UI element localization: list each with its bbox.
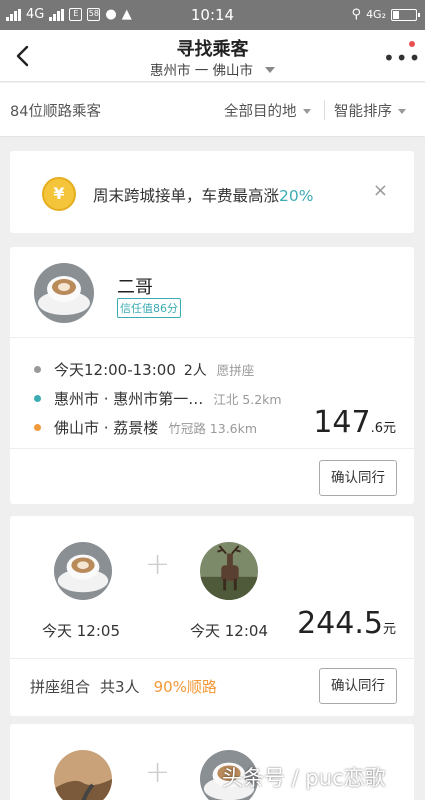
sort-filter-label: 智能排序	[334, 104, 392, 120]
avatar	[54, 750, 112, 800]
close-icon[interactable]: ×	[373, 180, 388, 201]
time-row: 今天12:00-13:00 2人 愿拼座	[34, 359, 254, 380]
origin-dot-icon	[34, 395, 41, 402]
divider	[10, 448, 414, 449]
price-unit: 元	[382, 622, 396, 637]
page-title: 寻找乘客	[176, 39, 249, 60]
destination-row: 佛山市 · 荔景楼 竹冠路 13.6km	[34, 417, 257, 438]
promo-text-prefix: 周末跨城接单，车费最高涨	[93, 187, 280, 205]
status-right: ⚲ 4G₂	[351, 7, 420, 22]
divider	[324, 100, 325, 120]
destination-filter-label: 全部目的地	[224, 104, 297, 120]
price-amount: 244.5	[297, 606, 383, 641]
trust-badge: 信任值86分	[117, 298, 181, 318]
combo-label: 拼座组合	[30, 678, 91, 696]
origin-distance: 江北 5.2km	[213, 392, 282, 407]
route-match-percent: 90%顺路	[153, 678, 217, 696]
more-icon: •••	[383, 46, 422, 70]
promo-text: 周末跨城接单，车费最高涨20%	[93, 184, 313, 206]
more-button[interactable]: •••	[383, 41, 420, 68]
confirm-ride-button[interactable]: 确认同行	[319, 668, 397, 704]
combo-total: 共3人	[100, 678, 140, 696]
avatar	[200, 542, 258, 600]
caret-down-icon	[302, 109, 311, 114]
avatar	[54, 542, 112, 600]
coin-icon: ¥	[42, 177, 76, 211]
destination-text: 佛山市 · 荔景楼	[54, 419, 159, 437]
location-icon: ⚲	[351, 7, 362, 22]
avatar	[34, 263, 94, 323]
price-amount: 147	[313, 405, 371, 440]
price: 147.6元	[313, 405, 396, 440]
passenger-count: 84位顺路乘客	[10, 104, 101, 120]
network-label-right: 4G₂	[366, 8, 386, 21]
caret-down-icon	[398, 109, 406, 114]
origin-text: 惠州市 · 惠州市第一…	[54, 390, 204, 408]
confirm-ride-button[interactable]: 确认同行	[319, 460, 397, 496]
price: 244.5元	[297, 606, 396, 641]
route-label: 惠州市 一 佛山市	[149, 63, 254, 79]
watermark: 头条号 / puc恋歌	[222, 766, 386, 790]
filter-bar: 84位顺路乘客 全部目的地 智能排序	[0, 83, 425, 137]
caret-down-icon	[265, 67, 276, 73]
passenger-card[interactable]: 二哥 信任值86分 今天12:00-13:00 2人 愿拼座 惠州市 · 惠州市第一…	[10, 247, 414, 504]
plus-icon: +	[145, 755, 171, 790]
battery-icon	[391, 8, 420, 21]
destination-dot-icon	[34, 424, 41, 431]
status-bar: 4G E 58 ● ▲ 10:14 ⚲ 4G₂	[0, 0, 425, 30]
departure-time-1: 今天 12:05	[42, 622, 120, 640]
combo-summary: 拼座组合 共3人 90%顺路	[30, 676, 217, 697]
destination-filter[interactable]: 全部目的地	[224, 100, 311, 121]
departure-time: 今天12:00-13:00	[54, 361, 176, 379]
plus-icon: +	[145, 547, 171, 582]
carpool-combo-card[interactable]: + 今天 12:05 今天 12:04 244.5元 拼座组合 共3人 90%顺路 …	[10, 516, 414, 716]
price-decimal: .6元	[370, 421, 396, 436]
seat-count: 2人	[183, 363, 207, 379]
promo-highlight: 20%	[279, 187, 314, 205]
promo-banner[interactable]: ¥ 周末跨城接单，车费最高涨20% ×	[10, 151, 414, 233]
origin-row: 惠州市 · 惠州市第一… 江北 5.2km	[34, 388, 282, 409]
passenger-name: 二哥	[117, 277, 153, 298]
seat-note: 愿拼座	[216, 363, 255, 378]
destination-distance: 竹冠路 13.6km	[168, 421, 258, 436]
notification-dot	[409, 41, 415, 47]
sort-filter[interactable]: 智能排序	[334, 100, 406, 121]
nav-bar: 寻找乘客 惠州市 一 佛山市 •••	[0, 30, 425, 82]
departure-time-2: 今天 12:04	[190, 622, 268, 640]
divider	[10, 658, 414, 659]
route-selector[interactable]: 惠州市 一 佛山市	[0, 59, 425, 79]
time-dot-icon	[34, 366, 41, 373]
divider	[10, 337, 414, 338]
